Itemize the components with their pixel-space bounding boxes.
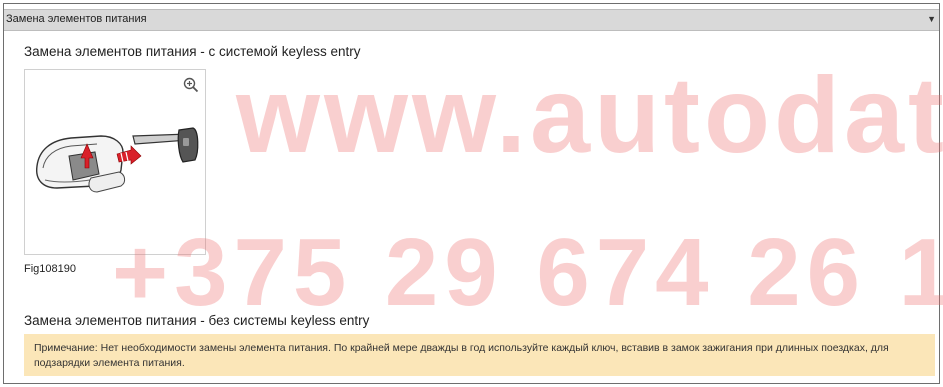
figure-caption[interactable]: Fig108190	[24, 263, 76, 275]
key-fob-illustration	[36, 127, 199, 193]
section-title-keyless: Замена элементов питания - с системой ke…	[24, 44, 361, 59]
section-title-no-keyless: Замена элементов питания - без системы k…	[24, 313, 370, 328]
caret-down-icon[interactable]: ▼	[927, 14, 936, 24]
note-callout: Примечание: Нет необходимости замены эле…	[24, 334, 935, 376]
panel-header[interactable]: Замена элементов питания ▼	[4, 9, 939, 31]
panel-title: Замена элементов питания	[6, 13, 147, 25]
zoom-in-icon[interactable]	[183, 77, 199, 93]
note-text: Примечание: Нет необходимости замены эле…	[34, 342, 889, 369]
figure-thumbnail[interactable]	[24, 69, 206, 255]
